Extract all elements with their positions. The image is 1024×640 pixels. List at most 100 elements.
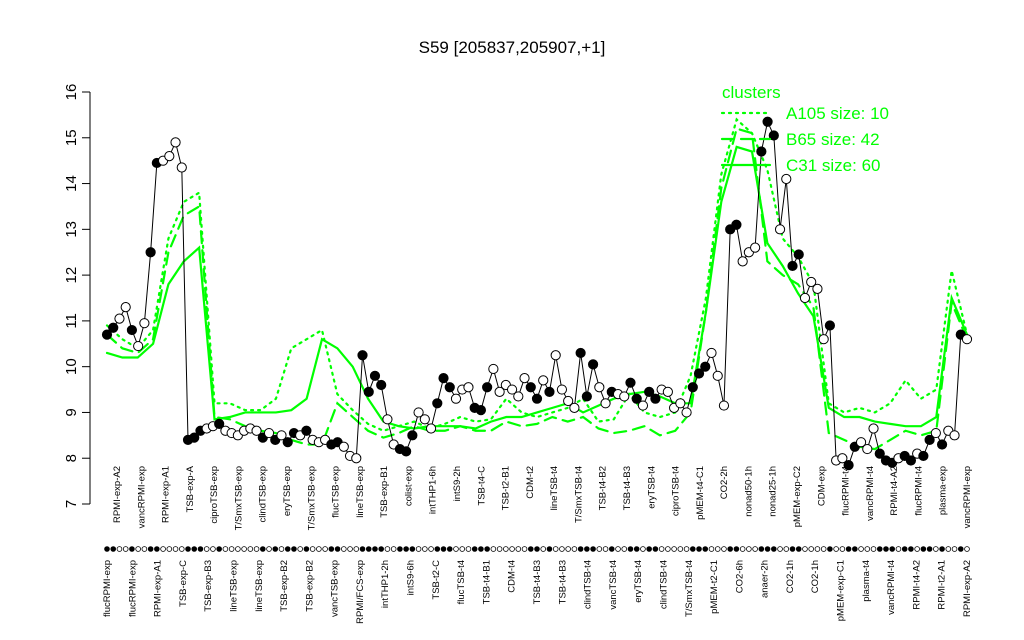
sample-point [936, 439, 948, 450]
rug-mark [154, 546, 160, 552]
x-tick-label: RPMI-exp-A1 [153, 560, 164, 617]
rug-mark [403, 546, 409, 552]
rug-mark [253, 546, 260, 552]
x-tick-label: ciproTSB-exp [209, 466, 220, 524]
rug-mark [521, 546, 528, 552]
x-tick-label: TSB-t4-B3 [622, 466, 633, 510]
x-tick-label: flucRPMI-t4 [913, 466, 924, 516]
rug-mark [322, 546, 328, 552]
x-tick-label: CDM-t4 [507, 560, 518, 593]
rug-mark [615, 546, 621, 552]
rug-mark [166, 546, 173, 552]
sample-point [145, 247, 156, 258]
rug-mark [920, 546, 927, 552]
rug-mark [777, 546, 783, 552]
y-axis: 7 8 9 10 11 12 13 14 15 16 [63, 84, 91, 508]
sample-point [301, 425, 312, 436]
sample-point [120, 302, 131, 313]
sample-point [556, 384, 568, 395]
rug-mark [957, 546, 964, 552]
sample-point [687, 382, 698, 393]
rug-mark [795, 546, 802, 552]
x-tick-label: intS9-2h [452, 466, 463, 501]
sample-point [513, 391, 524, 402]
sample-point [357, 350, 368, 361]
rug-mark [172, 546, 179, 552]
sample-point [575, 347, 586, 359]
rug-mark [259, 546, 266, 552]
sample-rug [104, 546, 970, 552]
sample-point [581, 391, 592, 402]
sample-point [425, 423, 437, 434]
rug-mark [876, 546, 883, 552]
sample-point [432, 398, 443, 409]
rug-mark [453, 546, 459, 552]
x-tick-label: T/SmxTSB-exp [306, 466, 317, 530]
rug-mark [839, 546, 846, 552]
rug-mark [397, 546, 403, 552]
y-tick-label: 10 [63, 358, 80, 375]
rug-mark [272, 546, 279, 552]
rug-mark [652, 546, 659, 552]
x-tick-label: plasma-exp [938, 466, 949, 515]
sample-point [351, 453, 362, 464]
rug-mark [789, 546, 796, 552]
rug-mark [901, 546, 908, 552]
sample-point [812, 283, 823, 294]
x-tick-label: TSB-exp-C [178, 560, 189, 607]
rug-mark [933, 546, 939, 552]
sample-point [126, 324, 138, 336]
x-tick-label: vancRPMI-t4 [865, 466, 876, 521]
rug-mark [341, 546, 347, 552]
sample-point [488, 363, 499, 375]
x-tick-label: ciproTSB-t4 [671, 466, 682, 516]
sample-point [363, 386, 374, 397]
x-tick-label: RPMI-t4-A2 [911, 560, 922, 610]
rug-mark [621, 546, 628, 552]
sample-point [737, 256, 748, 267]
rug-mark [484, 546, 490, 552]
rug-mark [328, 546, 335, 552]
sample-point [868, 423, 879, 434]
x-tick-label: eryTSB-t4 [633, 560, 644, 603]
rug-mark [914, 546, 920, 552]
x-tick-label: pMEM-exp-C2 [792, 466, 803, 527]
rug-mark [833, 546, 839, 552]
x-tick-label: flucRPMI-exp [127, 560, 138, 617]
rug-mark [191, 546, 198, 552]
rug-mark [939, 546, 945, 552]
rug-mark [104, 546, 110, 552]
rug-mark [577, 546, 584, 552]
rug-mark [515, 546, 522, 552]
rug-mark [503, 546, 509, 552]
rug-mark [527, 546, 534, 552]
y-tick-label: 14 [63, 175, 80, 192]
rug-mark [241, 546, 247, 552]
x-tick-label: TSB-t4-B2 [598, 466, 609, 510]
rug-mark [122, 546, 129, 552]
rug-mark [534, 546, 540, 552]
rug-mark [359, 546, 366, 552]
y-tick-label: 8 [63, 454, 80, 462]
sample-point [700, 361, 711, 372]
rug-mark [708, 546, 715, 552]
x-tick-label: CDM-exp [816, 466, 827, 506]
x-tick-label: TSB-exp-B2 [304, 560, 315, 612]
rug-mark [964, 546, 970, 552]
rug-mark [247, 546, 254, 552]
rug-mark [746, 546, 752, 552]
rug-mark [291, 546, 297, 552]
rug-mark [883, 546, 889, 552]
rug-mark [116, 546, 123, 552]
sample-point [787, 260, 798, 272]
sample-point [793, 249, 804, 260]
rug-mark [870, 546, 877, 552]
rug-mark [552, 546, 559, 552]
rug-mark [845, 546, 852, 552]
rug-mark [571, 546, 578, 552]
sample-point [176, 162, 187, 173]
rug-mark [733, 546, 740, 552]
sample-point [762, 116, 773, 127]
x-tick-label: clindTSB-exp [258, 466, 269, 523]
rug-mark [309, 546, 316, 552]
